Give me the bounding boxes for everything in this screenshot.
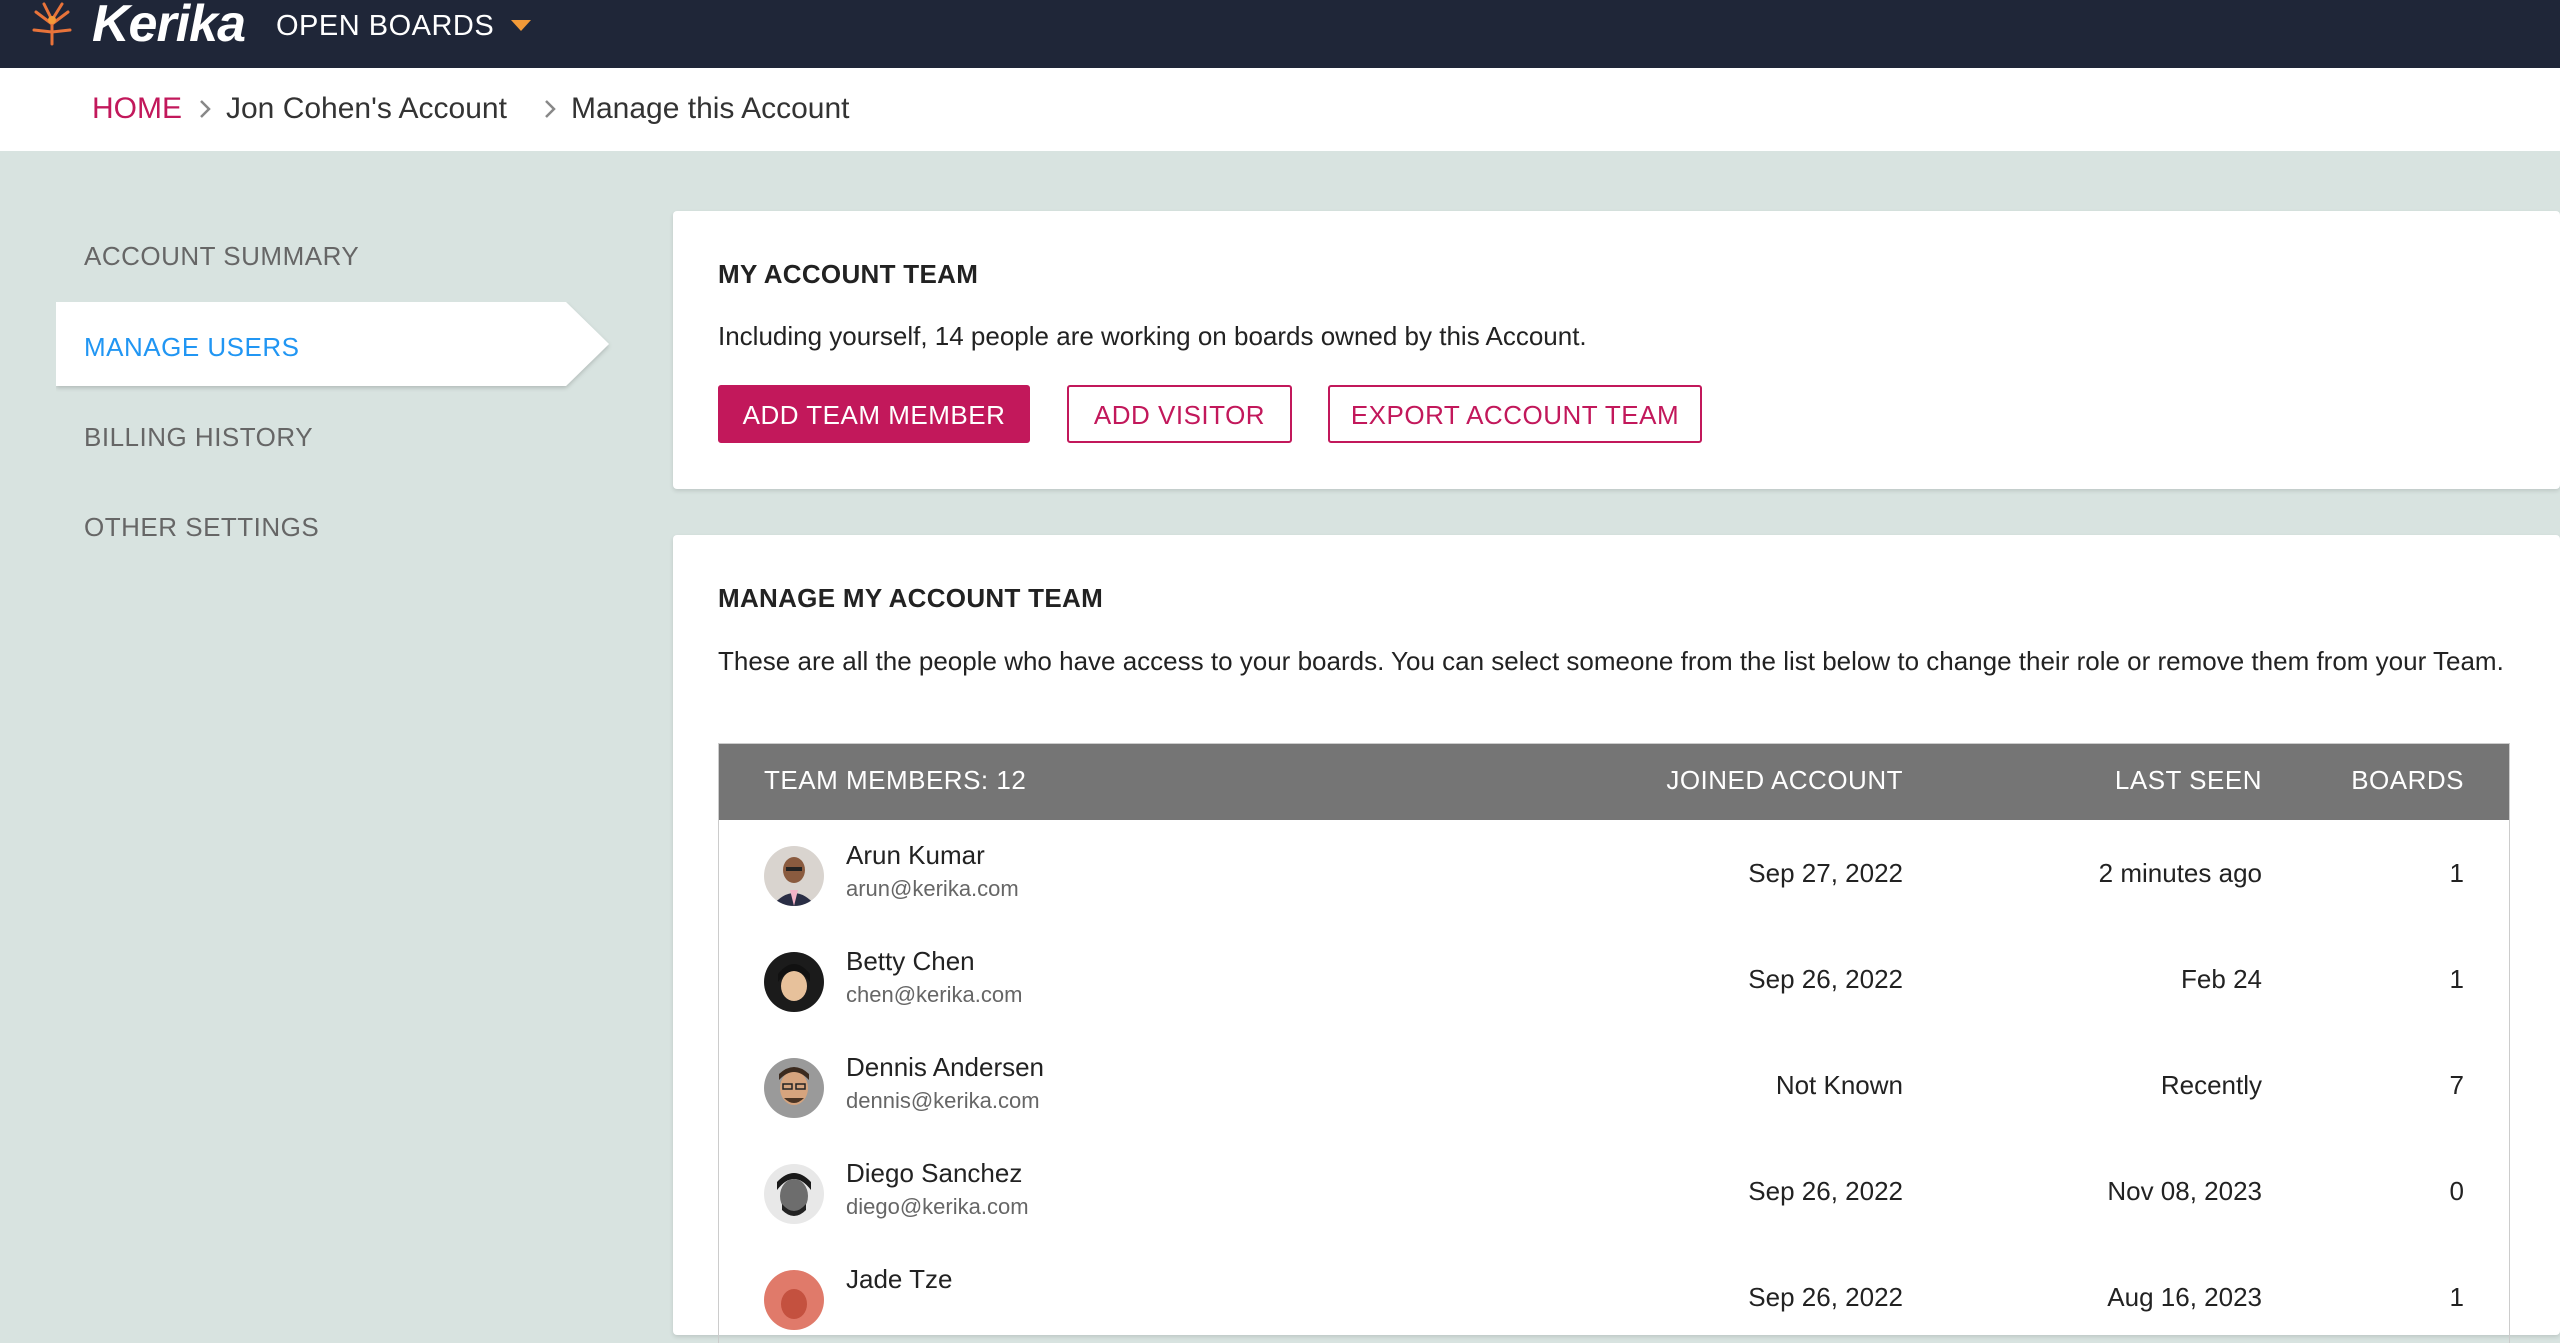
breadcrumb-account-link[interactable]: Jon Cohen's Account [226,92,507,126]
avatar [764,1270,824,1330]
column-header-boards[interactable]: BOARDS [2351,765,2464,796]
column-header-members[interactable]: TEAM MEMBERS: 12 [764,765,1026,796]
table-row[interactable]: Jade Tze Sep 26, 2022 Aug 16, 2023 1 [719,1244,2509,1343]
member-email: dennis@kerika.com [846,1088,1040,1113]
member-name: Arun Kumar [846,840,985,870]
joined-date: Sep 26, 2022 [1748,1176,1903,1206]
table-header: TEAM MEMBERS: 12 JOINED ACCOUNT LAST SEE… [719,744,2509,820]
last-seen: Aug 16, 2023 [2107,1282,2262,1312]
avatar [764,846,824,906]
table-row[interactable]: Betty Chen chen@kerika.com Sep 26, 2022 … [719,926,2509,1032]
caret-down-icon[interactable] [511,20,531,31]
avatar [764,952,824,1012]
export-account-team-button[interactable]: EXPORT ACCOUNT TEAM [1328,385,1702,443]
sidebar-item-account-summary[interactable]: ACCOUNT SUMMARY [84,241,359,272]
member-email: arun@kerika.com [846,876,1019,901]
account-team-card: MY ACCOUNT TEAM Including yourself, 14 p… [673,211,2560,489]
member-name: Diego Sanchez [846,1158,1023,1188]
add-visitor-button[interactable]: ADD VISITOR [1067,385,1292,443]
table-row[interactable]: Dennis Andersen dennis@kerika.com Not Kn… [719,1032,2509,1138]
joined-date: Sep 27, 2022 [1748,858,1903,888]
chevron-right-icon [200,100,211,118]
account-team-description: Including yourself, 14 people are workin… [718,321,1587,351]
boards-count: 1 [2449,964,2464,994]
manage-team-description: These are all the people who have access… [718,646,2504,676]
open-boards-menu[interactable]: OPEN BOARDS [276,10,494,43]
sidebar-item-manage-users[interactable]: MANAGE USERS [56,302,612,386]
boards-count: 1 [2449,1282,2464,1312]
manage-team-card: MANAGE MY ACCOUNT TEAM These are all the… [673,535,2560,1343]
avatar [764,1164,824,1224]
breadcrumb: HOME Jon Cohen's Account Manage this Acc… [0,68,2560,151]
kerika-logo-text[interactable]: Kerika [92,0,246,54]
member-email: diego@kerika.com [846,1194,1029,1219]
joined-date: Sep 26, 2022 [1748,1282,1903,1312]
kerika-logo-icon[interactable] [28,0,76,46]
last-seen: Feb 24 [2181,964,2262,994]
table-row[interactable]: Diego Sanchez diego@kerika.com Sep 26, 2… [719,1138,2509,1244]
add-team-member-button[interactable]: ADD TEAM MEMBER [718,385,1030,443]
sidebar-item-other-settings[interactable]: OTHER SETTINGS [84,512,319,543]
last-seen: Nov 08, 2023 [2107,1176,2262,1206]
chevron-right-icon [545,100,556,118]
member-name: Jade Tze [846,1264,953,1294]
boards-count: 1 [2449,858,2464,888]
table-row[interactable]: Arun Kumar arun@kerika.com Sep 27, 2022 … [719,820,2509,926]
top-bar: Kerika OPEN BOARDS [0,0,2560,68]
column-header-last-seen[interactable]: LAST SEEN [2115,765,2262,796]
member-name: Dennis Andersen [846,1052,1045,1082]
avatar [764,1058,824,1118]
last-seen: Recently [2160,1070,2262,1100]
team-members-table: TEAM MEMBERS: 12 JOINED ACCOUNT LAST SEE… [718,743,2510,1343]
last-seen: 2 minutes ago [2098,858,2262,888]
breadcrumb-home-link[interactable]: HOME [92,92,182,126]
breadcrumb-current: Manage this Account [571,92,850,125]
sidebar-item-billing-history[interactable]: BILLING HISTORY [84,422,313,453]
member-email: chen@kerika.com [846,982,1023,1007]
sidebar-item-label: MANAGE USERS [84,332,300,362]
boards-count: 0 [2449,1176,2464,1206]
manage-team-title: MANAGE MY ACCOUNT TEAM [718,583,1104,613]
member-name: Betty Chen [846,946,975,976]
account-team-title: MY ACCOUNT TEAM [718,259,979,289]
joined-date: Sep 26, 2022 [1748,964,1903,994]
joined-date: Not Known [1775,1070,1903,1100]
boards-count: 7 [2449,1070,2464,1100]
column-header-joined[interactable]: JOINED ACCOUNT [1666,765,1903,796]
